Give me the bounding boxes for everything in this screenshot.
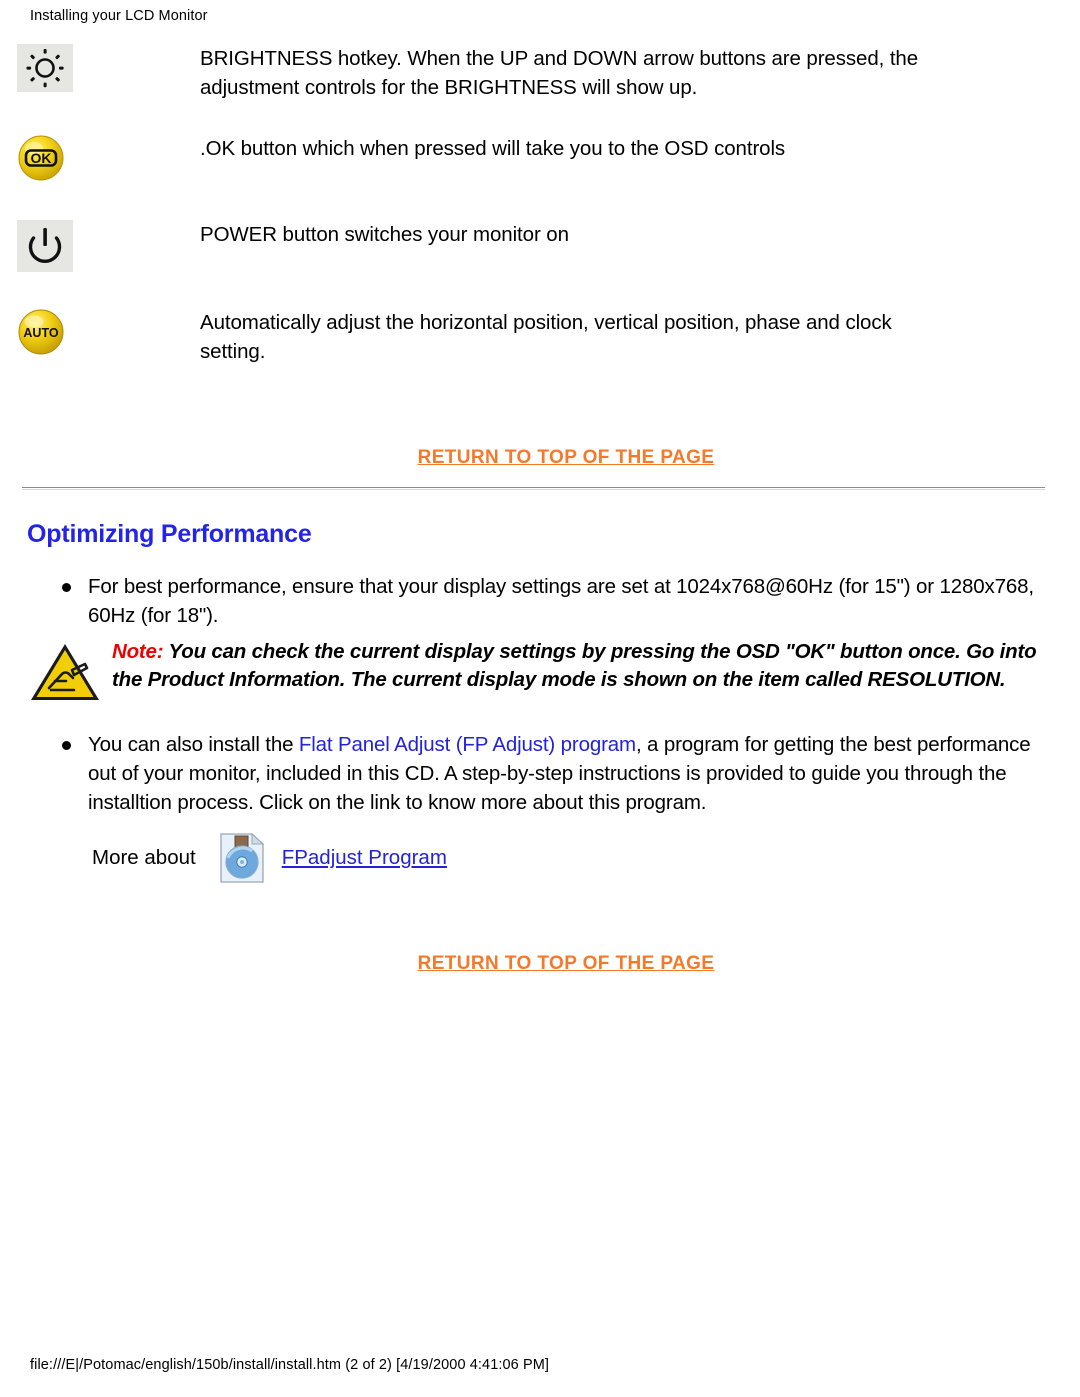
bullet-dot-icon [62,583,71,592]
warning-triangle-icon [28,640,112,709]
control-row-ok: OK .OK button which when pressed will ta… [0,134,1080,220]
power-icon [17,220,73,272]
return-to-top-link-bottom[interactable]: RETURN TO TOP OF THE PAGE [418,953,715,974]
icon-cell-brightness [0,44,200,92]
svg-text:AUTO: AUTO [23,326,58,340]
page-title: Installing your LCD Monitor [30,8,208,24]
svg-text:OK: OK [31,150,52,166]
bullet-text-fp-adjust: You can also install the Flat Panel Adju… [88,730,1047,817]
bullet-text-display-settings: For best performance, ensure that your d… [88,575,1034,627]
bullet2-pre-text: You can also install the [88,733,299,756]
control-description-auto: Automatically adjust the horizontal posi… [200,311,892,363]
control-row-brightness: BRIGHTNESS hotkey. When the UP and DOWN … [0,44,1080,134]
control-description-ok: .OK button which when pressed will take … [200,137,786,160]
control-row-auto: AUTO Automatically adjust the horizontal… [0,308,1080,394]
footer-path: file:///E|/Potomac/english/150b/install/… [30,1357,550,1373]
note-text: Note: You can check the current display … [112,636,1038,694]
control-row-power: POWER button switches your monitor on [0,220,1080,308]
note-body: You can check the current display settin… [112,640,1037,691]
auto-button-icon: AUTO [17,308,65,356]
control-description-brightness: BRIGHTNESS hotkey. When the UP and DOWN … [200,47,919,99]
control-button-list: BRIGHTNESS hotkey. When the UP and DOWN … [0,44,1080,394]
control-description-power: POWER button switches your monitor on [200,223,569,246]
fpadjust-program-link[interactable]: FPadjust Program [282,846,447,870]
bullet-item-display-settings: For best performance, ensure that your d… [62,572,1042,630]
more-about-row: More about FPadjust Program [92,832,447,884]
return-to-top-link-top[interactable]: RETURN TO TOP OF THE PAGE [418,447,715,468]
note-label: Note: [112,640,164,663]
icon-cell-power [0,220,200,272]
more-about-label: More about [92,846,196,869]
return-to-top-wrapper-top: RETURN TO TOP OF THE PAGE [0,447,1080,469]
return-to-top-wrapper-bottom: RETURN TO TOP OF THE PAGE [0,953,1080,975]
icon-cell-ok: OK [0,134,200,182]
bullet-item-fp-adjust: You can also install the Flat Panel Adju… [62,730,1047,817]
icon-cell-auto: AUTO [0,308,200,356]
cd-disk-icon [218,832,266,884]
bullet-dot-icon [62,741,71,750]
note-block: Note: You can check the current display … [28,636,1038,709]
brightness-icon [17,44,73,92]
ok-button-icon: OK [17,134,65,182]
flat-panel-adjust-link[interactable]: Flat Panel Adjust (FP Adjust) program [299,733,636,756]
horizontal-divider [22,487,1045,490]
section-heading-optimizing-performance: Optimizing Performance [27,520,312,548]
